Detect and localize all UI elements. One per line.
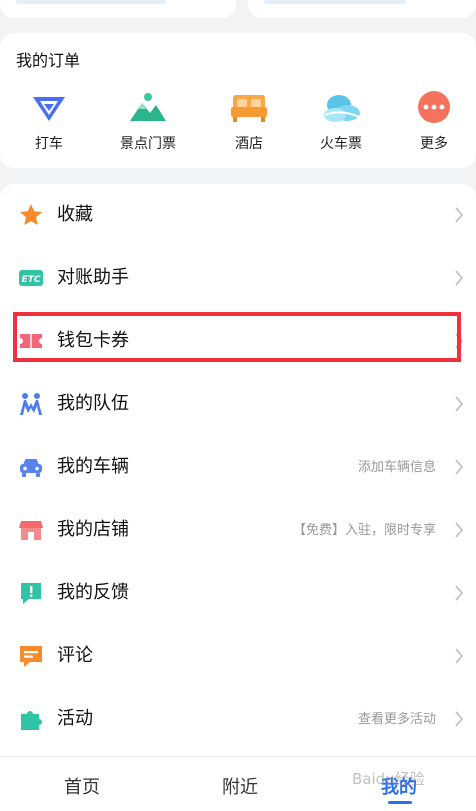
svg-text:ETC: ETC — [22, 275, 41, 285]
order-label: 打车 — [35, 136, 63, 152]
menu-item-comments[interactable]: 评论 — [0, 625, 476, 687]
menu-item-label: 评论 — [57, 645, 93, 666]
top-cards — [0, 0, 476, 22]
menu-item-label: 对账助手 — [57, 267, 129, 288]
star-icon — [18, 202, 44, 228]
menu-item-my-vehicle[interactable]: 我的车辆 添加车辆信息 — [0, 436, 476, 498]
chevron-right-icon — [454, 520, 464, 540]
chevron-right-icon — [454, 583, 464, 603]
chevron-right-icon — [454, 205, 464, 225]
order-hotel[interactable]: 酒店 — [209, 91, 289, 171]
taxi-icon — [29, 91, 69, 125]
menu-item-reconciliation[interactable]: ETC 对账助手 — [0, 247, 476, 309]
watermark: Baidu经验 — [352, 770, 425, 788]
chevron-right-icon — [454, 709, 464, 729]
menu-item-subtext: 查看更多活动 — [357, 712, 436, 727]
order-scenic-ticket[interactable]: 景点门票 — [108, 91, 188, 171]
order-train-ticket[interactable]: 火车票 — [301, 91, 381, 171]
menu-item-label: 收藏 — [57, 204, 93, 225]
menu-item-label: 活动 — [57, 708, 93, 729]
menu-item-my-feedback[interactable]: 我的反馈 — [0, 562, 476, 624]
chevron-right-icon — [454, 646, 464, 666]
mountain-ticket-icon — [128, 91, 168, 125]
order-label: 火车票 — [320, 136, 362, 152]
menu-item-label: 我的车辆 — [57, 456, 129, 477]
chevron-right-icon — [454, 457, 464, 477]
order-label: 更多 — [420, 136, 448, 152]
order-label: 景点门票 — [120, 136, 176, 152]
menu-item-my-shop[interactable]: 我的店铺 【免费】入驻，限时专享 — [0, 499, 476, 561]
my-orders-card: 我的订单 打车 景点门票 酒店 火车票 更多 — [0, 33, 476, 168]
menu-item-subtext: 添加车辆信息 — [357, 460, 436, 475]
shop-icon — [18, 517, 44, 543]
train-cloud-icon — [321, 91, 361, 125]
car-icon — [18, 454, 44, 480]
menu-item-activities[interactable]: 活动 查看更多活动 — [0, 688, 476, 750]
order-more[interactable]: 更多 — [394, 91, 474, 171]
top-card-right[interactable] — [248, 0, 476, 18]
feedback-icon — [18, 580, 44, 606]
menu-item-favorites[interactable]: 收藏 — [0, 184, 476, 246]
team-icon — [18, 391, 44, 417]
menu-list: 收藏 ETC 对账助手 钱包卡券 我的队伍 我的车辆 添加车辆信息 我的店铺 【… — [0, 184, 476, 756]
more-dots-icon — [414, 91, 454, 125]
tab-home[interactable]: 首页 — [64, 773, 100, 799]
menu-item-subtext: 【免费】入驻，限时专享 — [292, 523, 436, 538]
chevron-right-icon — [454, 268, 464, 288]
my-orders-title: 我的订单 — [16, 51, 81, 70]
order-taxi[interactable]: 打车 — [9, 91, 89, 171]
tab-nearby[interactable]: 附近 — [222, 773, 258, 799]
hotel-bed-icon — [229, 91, 269, 125]
top-card-left[interactable] — [0, 0, 236, 18]
etc-icon: ETC — [18, 265, 44, 291]
puzzle-icon — [18, 706, 44, 732]
highlight-box — [13, 312, 461, 362]
menu-item-label: 我的队伍 — [57, 393, 129, 414]
menu-item-label: 我的店铺 — [57, 519, 129, 540]
chevron-right-icon — [454, 394, 464, 414]
menu-item-my-team[interactable]: 我的队伍 — [0, 373, 476, 435]
order-label: 酒店 — [235, 136, 263, 152]
menu-item-label: 我的反馈 — [57, 582, 129, 603]
comment-icon — [18, 643, 44, 669]
active-tab-indicator — [388, 801, 412, 804]
